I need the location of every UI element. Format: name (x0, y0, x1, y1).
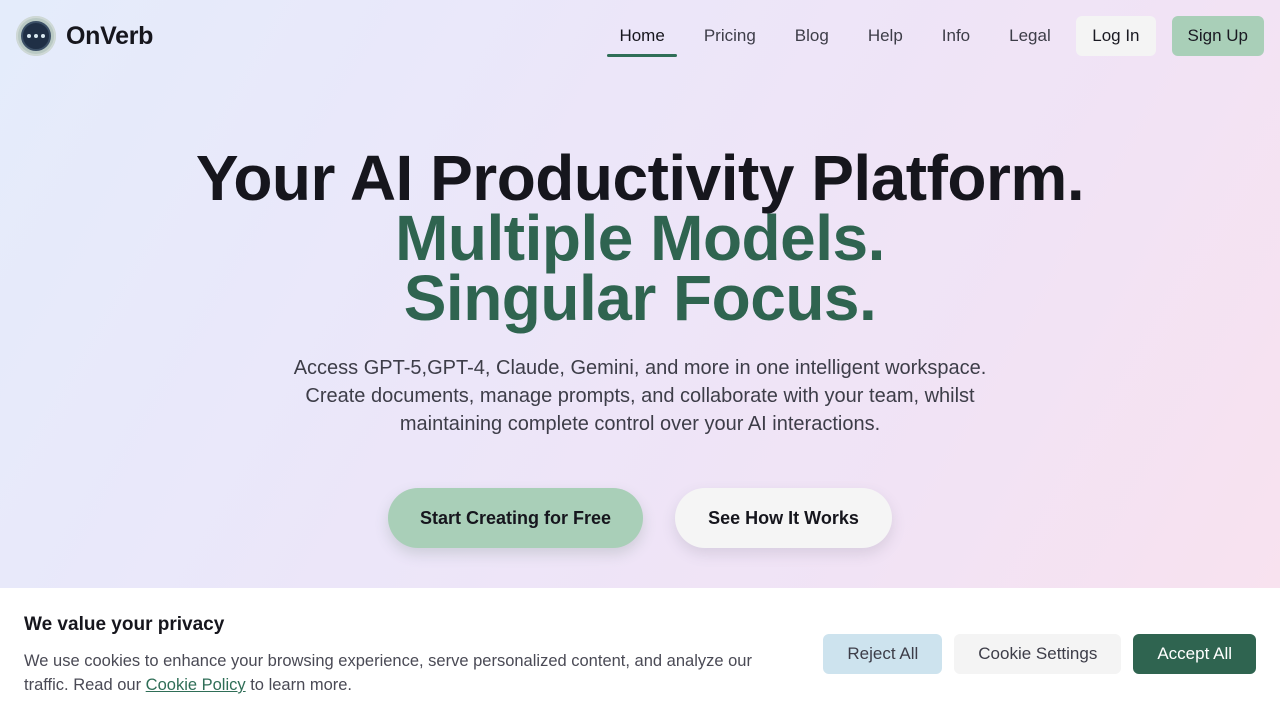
nav-info[interactable]: Info (930, 16, 982, 56)
nav-legal[interactable]: Legal (997, 16, 1063, 56)
nav-home[interactable]: Home (607, 16, 678, 57)
hero-section: Your AI Productivity Platform. Multiple … (0, 142, 1280, 548)
brand-logo-link[interactable]: OnVerb (16, 16, 153, 56)
nav-pricing[interactable]: Pricing (692, 16, 768, 56)
hero-cta-group: Start Creating for Free See How It Works (0, 488, 1280, 548)
reject-all-button[interactable]: Reject All (823, 634, 943, 674)
hero-headline: Your AI Productivity Platform. Multiple … (0, 142, 1280, 334)
cookie-title: We value your privacy (24, 614, 225, 635)
hero-subtitle: Access GPT-5,GPT-4, Claude, Gemini, and … (293, 357, 987, 435)
brand-name: OnVerb (66, 21, 154, 50)
cookie-policy-link[interactable]: Cookie Policy (146, 676, 246, 694)
accept-all-button[interactable]: Accept All (1133, 634, 1256, 674)
nav-blog[interactable]: Blog (783, 16, 841, 56)
headline-line-2: Multiple Models. (395, 202, 885, 274)
cookie-settings-button[interactable]: Cookie Settings (954, 634, 1122, 674)
start-creating-button[interactable]: Start Creating for Free (388, 488, 643, 548)
signup-button[interactable]: Sign Up (1171, 16, 1264, 56)
nav-help[interactable]: Help (856, 16, 915, 56)
site-header: OnVerb Home Pricing Blog Help Info Legal… (0, 0, 1280, 72)
cookie-text: We use cookies to enhance your browsing … (24, 652, 752, 694)
cookie-actions: Reject All Cookie Settings Accept All (823, 634, 1256, 674)
main-nav: Home Pricing Blog Help Info Legal Log In… (600, 16, 1264, 57)
login-button[interactable]: Log In (1076, 16, 1156, 56)
headline-line-1: Your AI Productivity Platform. (195, 142, 1085, 214)
cookie-banner: We value your privacy We use cookies to … (0, 588, 1280, 720)
see-how-it-works-button[interactable]: See How It Works (675, 488, 892, 548)
headline-line-3: Singular Focus. (403, 262, 877, 334)
brand-logo-icon (16, 16, 56, 56)
